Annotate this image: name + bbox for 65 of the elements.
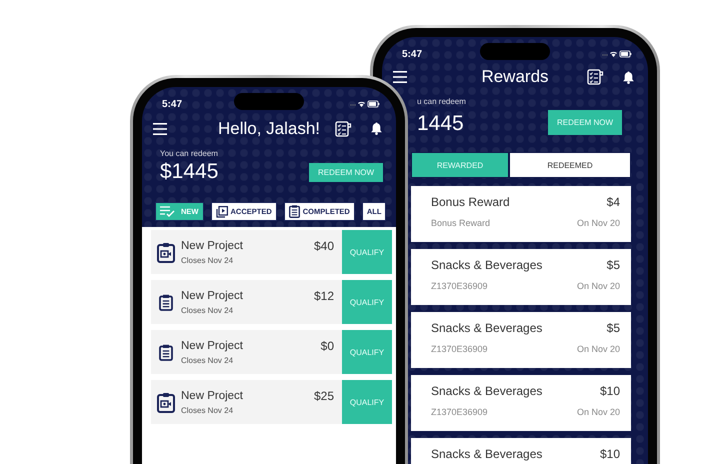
menu-icon[interactable] — [393, 71, 407, 83]
reward-amount: $4 — [606, 195, 620, 209]
reward-date: On Nov 20 — [576, 407, 620, 417]
reward-amount: $5 — [606, 321, 620, 335]
bell-icon[interactable] — [623, 70, 634, 84]
status-icons — [350, 100, 380, 108]
project-card[interactable]: New Project Closes Nov 24 $12 QUALIFY — [151, 280, 392, 324]
reward-date: On Nov 20 — [576, 281, 620, 291]
reward-card[interactable]: Snacks & Beverages $10 Z1370E36909 On Nov 20 — [411, 375, 631, 431]
project-card[interactable]: New Project Closes Nov 24 $0 QUALIFY — [151, 330, 392, 374]
screen-title: Rewards — [481, 67, 549, 87]
status-icons — [602, 50, 632, 58]
status-time: 5:47 — [402, 48, 422, 60]
reward-code: Z1370E36909 — [431, 407, 488, 417]
reward-name: Snacks & Beverages — [431, 384, 542, 398]
project-deadline: Closes Nov 24 — [181, 306, 234, 314]
document-icon — [159, 294, 173, 310]
reward-code: Z1370E36909 — [431, 344, 488, 354]
checklist-icon[interactable] — [335, 120, 352, 136]
document-icon — [159, 344, 173, 360]
screen-title: Hello, Jalash! — [218, 118, 320, 138]
reward-name: Snacks & Beverages — [431, 258, 542, 272]
reward-amount: $10 — [600, 447, 620, 461]
tab[interactable]: REDEEMED — [509, 152, 631, 178]
reward-date: On Nov 20 — [576, 218, 620, 228]
reward-code: Z1370E36909 — [431, 281, 488, 291]
reward-date: On Nov 20 — [576, 344, 620, 354]
reward-name: Bonus Reward — [431, 195, 510, 209]
project-deadline: Closes Nov 24 — [181, 256, 234, 264]
reward-card[interactable]: Snacks & Beverages $5 Z1370E36909 On Nov 20 — [411, 312, 631, 368]
project-title: New Project — [181, 390, 243, 402]
balance-amount: $1445 — [160, 160, 218, 184]
project-deadline: Closes Nov 24 — [181, 356, 234, 364]
reward-card[interactable]: Bonus Reward $4 Bonus Reward On Nov 20 — [411, 186, 631, 242]
reward-name: Snacks & Beverages — [431, 321, 542, 335]
reward-amount: $5 — [606, 258, 620, 272]
project-amount: $40 — [314, 239, 334, 253]
reward-code: Bonus Reward — [431, 218, 490, 228]
project-card[interactable]: New Project Closes Nov 24 $40 QUALIFY — [151, 230, 392, 274]
bell-icon[interactable] — [371, 122, 382, 135]
clipboard-video-icon — [157, 242, 175, 262]
camera-island — [234, 93, 304, 110]
reward-card[interactable]: Snacks & Beverages $10 — [411, 438, 631, 464]
reward-card[interactable]: Snacks & Beverages $5 Z1370E36909 On Nov 20 — [411, 249, 631, 305]
checklist-icon — [160, 206, 175, 217]
clipboard-icon — [288, 205, 300, 218]
reward-amount: $10 — [600, 384, 620, 398]
project-amount: $12 — [314, 289, 334, 303]
project-title: New Project — [181, 240, 243, 252]
camera-island — [480, 43, 550, 60]
balance-label: You can redeem — [160, 149, 218, 158]
project-amount: $25 — [314, 389, 334, 403]
project-title: New Project — [181, 290, 243, 302]
checklist-icon[interactable] — [587, 69, 604, 85]
menu-icon[interactable] — [153, 122, 167, 134]
balance-amount: 1445 — [417, 112, 464, 136]
project-title: New Project — [181, 340, 243, 352]
project-card[interactable]: New Project Closes Nov 24 $25 QUALIFY — [151, 380, 392, 424]
balance-label: u can redeem — [417, 97, 466, 106]
video-icon — [216, 206, 228, 218]
clipboard-video-icon — [157, 392, 175, 412]
reward-name: Snacks & Beverages — [431, 447, 542, 461]
project-deadline: Closes Nov 24 — [181, 406, 234, 414]
status-time: 5:47 — [162, 98, 182, 110]
project-amount: $0 — [320, 339, 334, 353]
